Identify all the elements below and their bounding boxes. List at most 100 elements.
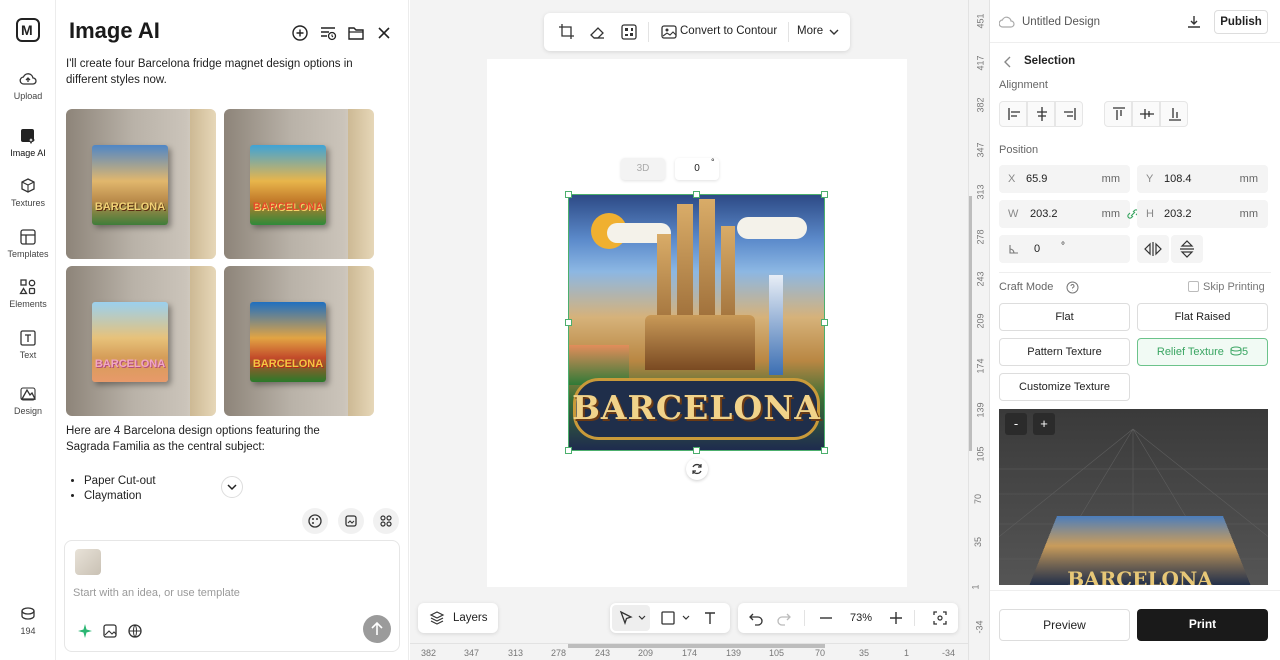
zoom-in-preview-button[interactable]: + xyxy=(1033,413,1055,435)
align-left-button[interactable] xyxy=(999,101,1027,127)
ruler-tick: 313 xyxy=(508,648,524,658)
attachment-thumbnail[interactable] xyxy=(75,549,101,575)
rail-item-design[interactable]: Design xyxy=(0,385,56,416)
more-button[interactable]: More xyxy=(797,25,823,37)
ruler-tick: 382 xyxy=(975,97,986,113)
apps-button[interactable] xyxy=(373,508,399,534)
generated-image-1[interactable]: BARCELONA xyxy=(66,109,216,259)
generated-image-3[interactable]: BARCELONA xyxy=(66,266,216,416)
credits-counter[interactable]: 194 xyxy=(0,605,56,636)
zoom-out-preview-button[interactable]: - xyxy=(1005,413,1027,435)
palette-button[interactable] xyxy=(302,508,328,534)
canvas-area[interactable]: Convert to Contour More 3D 0 ° BARCELONA xyxy=(410,0,968,660)
fit-screen-icon[interactable] xyxy=(932,610,948,626)
redo-icon[interactable] xyxy=(776,610,792,626)
craft-relief-texture-button[interactable]: Relief Texture 5 xyxy=(1137,338,1268,366)
send-button[interactable] xyxy=(363,615,391,643)
align-middle-button[interactable] xyxy=(1132,101,1160,127)
resize-handle[interactable] xyxy=(565,447,572,454)
toolbar-divider xyxy=(914,610,915,626)
publish-button[interactable]: Publish xyxy=(1214,10,1268,34)
layers-button[interactable]: Layers xyxy=(418,603,498,633)
resize-handle[interactable] xyxy=(821,447,828,454)
help-icon[interactable] xyxy=(1066,281,1079,294)
vertical-ruler: 451 417 382 347 313 278 243 209 174 139 … xyxy=(968,0,990,660)
x-field[interactable]: X 65.9 mm xyxy=(999,165,1130,193)
ruler-tick: 209 xyxy=(975,313,986,329)
angle-field[interactable]: 0 ° xyxy=(999,235,1130,263)
rail-item-upload[interactable]: Upload xyxy=(0,70,56,101)
zoom-level[interactable]: 73% xyxy=(850,612,872,624)
customize-texture-button[interactable]: Customize Texture xyxy=(999,373,1130,401)
3d-toggle[interactable]: 3D xyxy=(621,158,665,180)
width-field[interactable]: W 203.2 mm xyxy=(999,200,1130,228)
document-title[interactable]: Untitled Design xyxy=(1022,16,1100,28)
mosaic-tower xyxy=(769,275,783,375)
ruler-tick: 105 xyxy=(975,446,986,462)
ruler-tick: -34 xyxy=(942,648,956,658)
generated-image-2[interactable]: BARCELONA xyxy=(224,109,374,259)
preview-button[interactable]: Preview xyxy=(999,609,1130,641)
flip-horizontal-button[interactable] xyxy=(1137,235,1169,263)
align-center-h-button[interactable] xyxy=(1027,101,1055,127)
resize-handle[interactable] xyxy=(693,191,700,198)
relief-cost: 5 xyxy=(1242,346,1249,358)
cursor-icon xyxy=(619,610,633,625)
expand-message-button[interactable] xyxy=(221,476,243,498)
prompt-input[interactable]: Start with an idea, or use template xyxy=(73,587,240,599)
textures-icon xyxy=(21,178,35,193)
close-icon[interactable] xyxy=(375,24,393,42)
gallery-button[interactable] xyxy=(338,508,364,534)
ruler-tick: 451 xyxy=(975,13,986,29)
shape-tool[interactable] xyxy=(658,605,694,631)
generated-image-4[interactable]: BARCELONA xyxy=(224,266,374,416)
y-field[interactable]: Y 108.4 mm xyxy=(1137,165,1268,193)
rail-item-image-ai[interactable]: Image AI xyxy=(0,127,56,158)
zoom-out-icon[interactable] xyxy=(818,610,834,626)
craft-flat-button[interactable]: Flat xyxy=(999,303,1130,331)
rail-item-textures[interactable]: Textures xyxy=(0,177,56,208)
degree-sign: ° xyxy=(711,157,715,167)
flip-vertical-button[interactable] xyxy=(1171,235,1203,263)
image-upload-icon[interactable] xyxy=(102,623,118,639)
resize-handle[interactable] xyxy=(693,447,700,454)
new-chat-icon[interactable] xyxy=(291,24,309,42)
remove-background-icon[interactable] xyxy=(620,23,638,41)
ruler-tick: 139 xyxy=(726,648,742,658)
craft-flat-raised-button[interactable]: Flat Raised xyxy=(1137,303,1268,331)
undo-icon[interactable] xyxy=(748,610,764,626)
resize-handle[interactable] xyxy=(821,191,828,198)
rail-item-elements[interactable]: Elements xyxy=(0,278,56,309)
skip-printing-checkbox[interactable] xyxy=(1188,281,1199,292)
crop-icon[interactable] xyxy=(558,23,576,41)
selected-image[interactable]: BARCELONA xyxy=(568,194,825,451)
resize-handle[interactable] xyxy=(565,319,572,326)
rail-item-text[interactable]: Text xyxy=(0,329,56,360)
3d-preview[interactable]: BARCELONA - + xyxy=(999,409,1268,585)
app-logo[interactable]: M xyxy=(16,18,40,42)
align-right-button[interactable] xyxy=(1055,101,1083,127)
zoom-in-icon[interactable] xyxy=(888,610,904,626)
convert-to-contour-button[interactable]: Convert to Contour xyxy=(680,25,777,37)
chevron-left-icon[interactable] xyxy=(1002,55,1014,69)
align-bottom-button[interactable] xyxy=(1160,101,1188,127)
alignment-label: Alignment xyxy=(999,79,1048,91)
eraser-icon[interactable] xyxy=(588,23,606,41)
contour-icon[interactable] xyxy=(660,23,678,41)
rail-item-templates[interactable]: Templates xyxy=(0,228,56,259)
history-icon[interactable] xyxy=(319,24,337,42)
print-button[interactable]: Print xyxy=(1137,609,1268,641)
height-field[interactable]: H 203.2 mm xyxy=(1137,200,1268,228)
select-tool[interactable] xyxy=(612,605,650,631)
globe-icon[interactable] xyxy=(127,623,143,639)
folder-icon[interactable] xyxy=(347,24,365,42)
resize-handle[interactable] xyxy=(565,191,572,198)
prompt-composer[interactable]: Start with an idea, or use template xyxy=(64,540,400,652)
rotate-handle[interactable] xyxy=(686,458,708,480)
craft-pattern-texture-button[interactable]: Pattern Texture xyxy=(999,338,1130,366)
text-tool-icon[interactable] xyxy=(702,610,718,626)
align-top-button[interactable] xyxy=(1104,101,1132,127)
sparkle-icon[interactable] xyxy=(77,623,93,639)
download-icon[interactable] xyxy=(1186,14,1202,30)
resize-handle[interactable] xyxy=(821,319,828,326)
